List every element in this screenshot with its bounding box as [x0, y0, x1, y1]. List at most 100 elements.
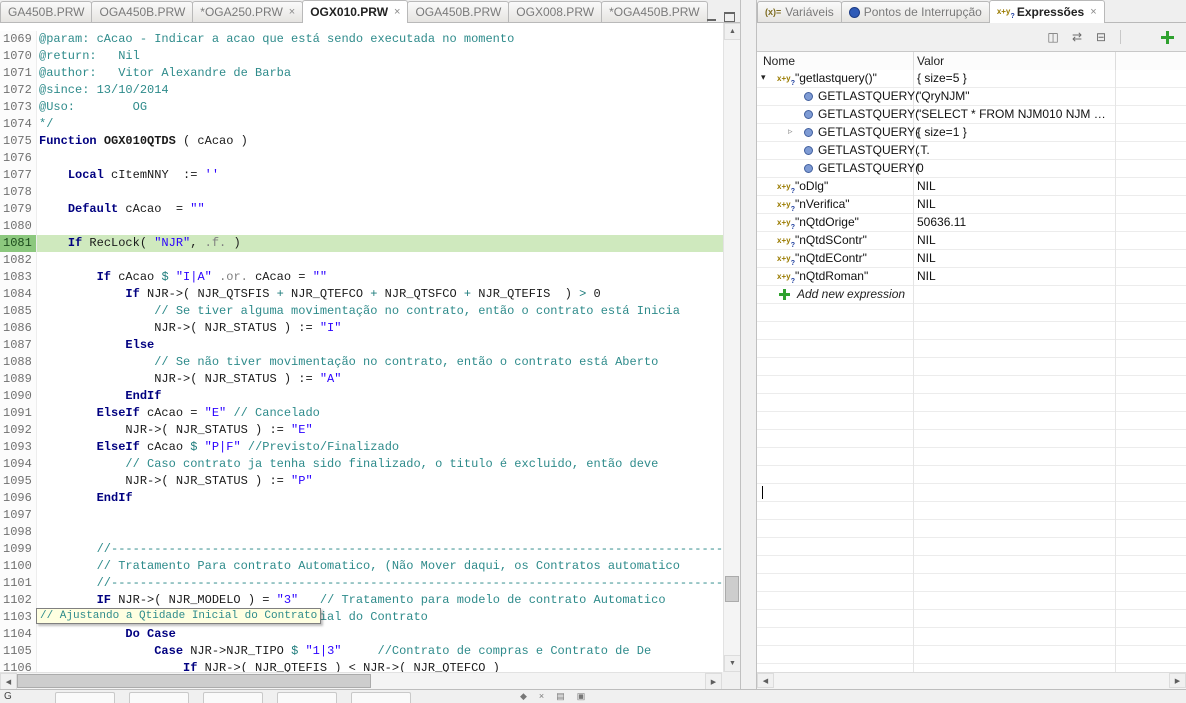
scroll-right-icon[interactable]: ▶ [1169, 673, 1186, 688]
line-number[interactable]: 1085 [0, 303, 37, 320]
code-line-1085[interactable]: 1085 // Se tiver alguma movimentação no … [0, 303, 723, 320]
panel-tab-pontos-de-interrup-o[interactable]: Pontos de Interrupção [841, 1, 990, 22]
scroll-up-icon[interactable]: ▲ [724, 23, 740, 40]
code-line-1087[interactable]: 1087 Else [0, 337, 723, 354]
code-line-1089[interactable]: 1089 NJR->( NJR_STATUS ) := "A" [0, 371, 723, 388]
code-line-1099[interactable]: 1099 //---------------------------------… [0, 541, 723, 558]
expression-row[interactable]: GETLASTQUERY(0 [757, 160, 1186, 178]
code-line-1086[interactable]: 1086 NJR->( NJR_STATUS ) := "I" [0, 320, 723, 337]
line-number[interactable]: 1105 [0, 643, 37, 660]
editor-tab-oga250-prw[interactable]: *OGA250.PRW× [192, 1, 303, 22]
minimize-icon[interactable] [707, 19, 716, 21]
code-line-1096[interactable]: 1096 EndIf [0, 490, 723, 507]
line-number[interactable]: 1077 [0, 167, 37, 184]
code-line-1081[interactable]: 1081 If RecLock( "NJR", .f. ) [0, 235, 723, 252]
scroll-left-icon[interactable]: ◀ [757, 673, 774, 688]
code-line-1074[interactable]: 1074*/ [0, 116, 723, 133]
line-number[interactable]: 1082 [0, 252, 37, 269]
line-number[interactable]: 1092 [0, 422, 37, 439]
vertical-scrollbar[interactable]: ▲ ▼ [723, 23, 740, 672]
breakpoints-view-tab-icon[interactable] [129, 692, 189, 703]
line-number[interactable]: 1090 [0, 388, 37, 405]
tab-close-icon[interactable]: × [289, 6, 295, 18]
panel-horizontal-scrollbar[interactable]: ◀ ▶ [757, 672, 1186, 689]
expression-row[interactable]: x+y?"nVerifica"NIL [757, 196, 1186, 214]
tasks-view-tab-icon[interactable] [277, 692, 337, 703]
code-line-1102[interactable]: 1102 IF NJR->( NJR_MODELO ) = "3" // Tra… [0, 592, 723, 609]
show-type-names-icon[interactable]: ◫ [1044, 29, 1062, 45]
add-expression-row[interactable]: Add new expression [757, 286, 1186, 304]
new-watch-expression-icon[interactable] [1161, 31, 1174, 44]
line-number[interactable]: 1080 [0, 218, 37, 235]
line-number[interactable]: 1084 [0, 286, 37, 303]
list-view-icon[interactable]: ▤ [556, 691, 565, 702]
code-line-1105[interactable]: 1105 Case NJR->NJR_TIPO $ "1|3" //Contra… [0, 643, 723, 660]
search-view-tab-icon[interactable] [351, 692, 411, 703]
column-divider[interactable] [1115, 52, 1116, 70]
line-number[interactable]: 1072 [0, 82, 37, 99]
editor-tab-oga450b-prw[interactable]: *OGA450B.PRW [601, 1, 707, 22]
code-line-1100[interactable]: 1100 // Tratamento Para contrato Automat… [0, 558, 723, 575]
line-number[interactable]: 1070 [0, 48, 37, 65]
code-line-1093[interactable]: 1093 ElseIf cAcao $ "P|F" //Previsto/Fin… [0, 439, 723, 456]
close-view-icon[interactable]: × [539, 691, 544, 702]
expression-row[interactable]: x+y?"oDlg"NIL [757, 178, 1186, 196]
editor-tab-ogx010-prw[interactable]: OGX010.PRW× [302, 0, 408, 23]
line-number[interactable]: 1101 [0, 575, 37, 592]
line-number[interactable]: 1078 [0, 184, 37, 201]
code-line-1088[interactable]: 1088 // Se não tiver movimentação no con… [0, 354, 723, 371]
code-line-1077[interactable]: 1077 Local cItemNNY := '' [0, 167, 723, 184]
line-number[interactable]: 1071 [0, 65, 37, 82]
vertical-scroll-thumb[interactable] [725, 576, 739, 602]
expression-row[interactable]: GETLASTQUERY("SELECT * FROM NJM010 NJM W… [757, 106, 1186, 124]
line-number[interactable]: 1104 [0, 626, 37, 643]
code-line-1084[interactable]: 1084 If NJR->( NJR_QTSFIS + NJR_QTEFCO +… [0, 286, 723, 303]
code-line-1079[interactable]: 1079 Default cAcao = "" [0, 201, 723, 218]
expand-arrow-icon[interactable]: ▹ [788, 126, 793, 137]
line-number[interactable]: 1103 [0, 609, 37, 626]
line-number[interactable]: 1087 [0, 337, 37, 354]
code-line-1101[interactable]: 1101 //---------------------------------… [0, 575, 723, 592]
expression-row[interactable]: ▹GETLASTQUERY({ size=1 } [757, 124, 1186, 142]
code-line-1094[interactable]: 1094 // Caso contrato ja tenha sido fina… [0, 456, 723, 473]
tab-close-icon[interactable]: × [1090, 6, 1096, 18]
code-line-1076[interactable]: 1076 [0, 150, 723, 167]
line-number[interactable]: 1086 [0, 320, 37, 337]
code-line-1097[interactable]: 1097 [0, 507, 723, 524]
horizontal-scroll-thumb[interactable] [17, 674, 371, 688]
line-number[interactable]: 1097 [0, 507, 37, 524]
line-number[interactable]: 1069 [0, 31, 37, 48]
line-number[interactable]: 1079 [0, 201, 37, 218]
code-line-1090[interactable]: 1090 EndIf [0, 388, 723, 405]
code-line-1106[interactable]: 1106 If NJR->( NJR_QTEFIS ) < NJR->( NJR… [0, 660, 723, 672]
expression-row[interactable]: ▾x+y?"getlastquery()"{ size=5 } [757, 70, 1186, 88]
editor-body[interactable]: 1069@param: cAcao - Indicar a acao que e… [0, 23, 740, 672]
code-line-1082[interactable]: 1082 [0, 252, 723, 269]
detach-view-icon[interactable]: ▣ [577, 691, 586, 702]
line-number[interactable]: 1099 [0, 541, 37, 558]
line-number[interactable]: 1089 [0, 371, 37, 388]
scroll-down-icon[interactable]: ▼ [724, 655, 740, 672]
line-number[interactable]: 1094 [0, 456, 37, 473]
code-line-1091[interactable]: 1091 ElseIf cAcao = "E" // Cancelado [0, 405, 723, 422]
scroll-right-icon[interactable]: ▶ [705, 673, 722, 690]
code-line-1078[interactable]: 1078 [0, 184, 723, 201]
console-view-tab-icon[interactable] [203, 692, 263, 703]
code-line-1071[interactable]: 1071@author: Vitor Alexandre de Barba [0, 65, 723, 82]
minimize-views-icon[interactable]: ◆ [520, 691, 527, 702]
line-number[interactable]: 1074 [0, 116, 37, 133]
panel-tab-vari-veis[interactable]: (x)=Variáveis [757, 1, 842, 22]
column-divider[interactable] [913, 52, 914, 70]
line-number[interactable]: 1091 [0, 405, 37, 422]
editor-tab-ogx008-prw[interactable]: OGX008.PRW [508, 1, 602, 22]
splitter[interactable] [741, 0, 756, 689]
collapse-all-icon[interactable]: ⊟ [1092, 29, 1110, 45]
line-number[interactable]: 1102 [0, 592, 37, 609]
line-number[interactable]: 1083 [0, 269, 37, 286]
expression-row[interactable]: GETLASTQUERY(.T. [757, 142, 1186, 160]
panel-tab-express-es[interactable]: x+y?Expressões× [989, 0, 1105, 23]
line-number[interactable]: 1088 [0, 354, 37, 371]
code-line-1069[interactable]: 1069@param: cAcao - Indicar a acao que e… [0, 31, 723, 48]
code-line-1072[interactable]: 1072@since: 13/10/2014 [0, 82, 723, 99]
show-logical-structures-icon[interactable]: ⇄ [1068, 29, 1086, 45]
